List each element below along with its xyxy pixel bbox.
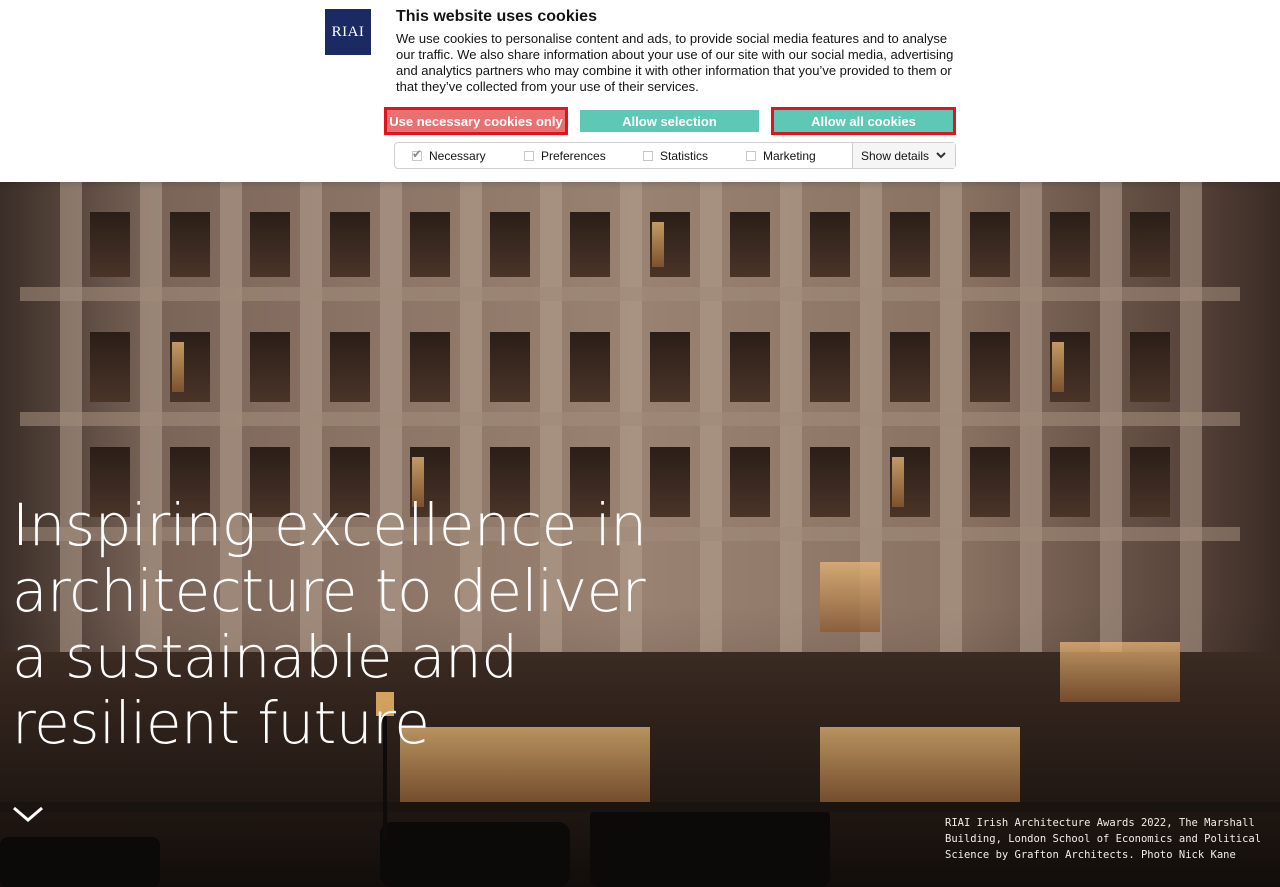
- hero-headline: Inspiring excellence in architecture to …: [12, 491, 647, 757]
- photo-caption: RIAI Irish Architecture Awards 2022, The…: [945, 817, 1262, 861]
- preferences-label: Preferences: [541, 149, 606, 163]
- chevron-down-icon: [936, 152, 946, 159]
- checkbox-icon: [524, 151, 534, 161]
- riai-logo: RIAI: [325, 9, 371, 55]
- show-details-label: Show details: [861, 148, 930, 163]
- cookie-options-bar: Necessary Preferences Statistics Marketi…: [394, 142, 956, 169]
- necessary-checkbox[interactable]: Necessary: [412, 147, 486, 163]
- necessary-label: Necessary: [429, 149, 486, 163]
- checkbox-icon: [643, 151, 653, 161]
- scroll-down-chevron-icon[interactable]: [12, 804, 44, 824]
- statistics-checkbox[interactable]: Statistics: [643, 149, 708, 163]
- cookie-banner-title: This website uses cookies: [396, 8, 597, 25]
- allow-selection-button[interactable]: Allow selection: [580, 110, 759, 132]
- marketing-checkbox[interactable]: Marketing: [746, 149, 816, 163]
- cookie-consent-banner: RIAI This website uses cookies We use co…: [0, 0, 1280, 182]
- show-details-toggle[interactable]: Show details: [852, 143, 955, 168]
- statistics-label: Statistics: [660, 149, 709, 163]
- checkbox-icon: [746, 151, 756, 161]
- hero-section: The Marshall Building Inspiring excellen…: [0, 182, 1280, 887]
- preferences-checkbox[interactable]: Preferences: [524, 149, 606, 163]
- marketing-label: Marketing: [763, 149, 816, 163]
- allow-all-cookies-button[interactable]: Allow all cookies: [771, 107, 956, 135]
- use-necessary-cookies-button[interactable]: Use necessary cookies only: [384, 107, 568, 135]
- checkbox-checked-icon: [412, 147, 422, 161]
- cookie-banner-text: We use cookies to personalise content an…: [396, 31, 954, 94]
